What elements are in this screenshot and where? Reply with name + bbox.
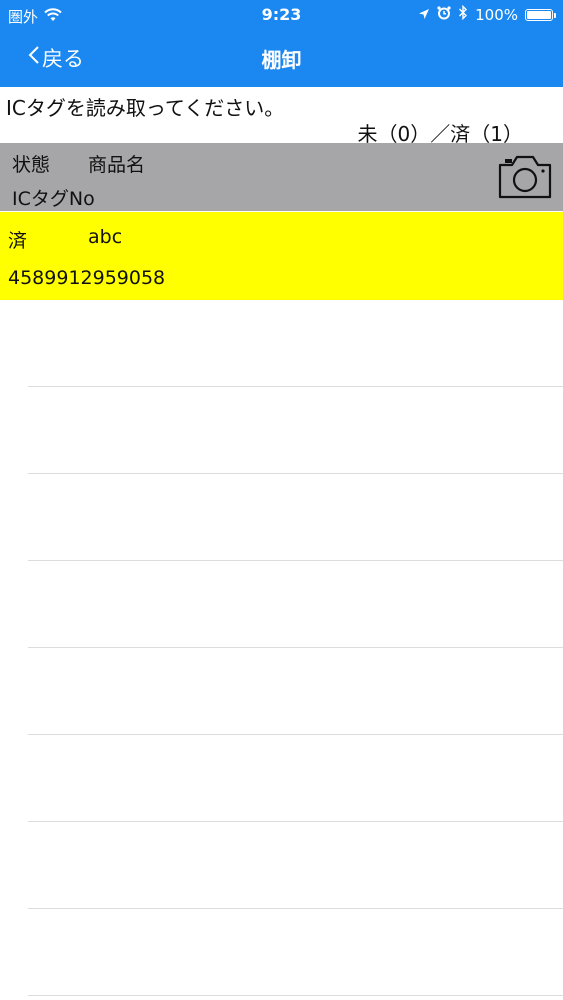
table-separator: [28, 995, 563, 996]
table-separator: [28, 386, 563, 387]
column-header-tag-no: ICタグNo: [12, 188, 95, 210]
column-header-product-name: 商品名: [88, 154, 146, 176]
status-bar: 圏外 9:23 100%: [0, 0, 563, 30]
list-header: 状態 商品名 ICタグNo: [0, 143, 563, 211]
bluetooth-icon: [458, 4, 468, 24]
battery-icon: [525, 8, 556, 21]
navigation-bar: 戻る 棚卸: [0, 30, 563, 87]
location-arrow-icon: [418, 6, 430, 24]
status-bar-right: 100%: [418, 4, 556, 24]
table-separator: [28, 647, 563, 648]
camera-button[interactable]: [497, 151, 553, 201]
battery-percent: 100%: [475, 5, 518, 24]
alarm-icon: [437, 5, 451, 24]
list-item[interactable]: 済 abc 4589912959058: [0, 212, 563, 300]
item-status: 済: [8, 230, 28, 252]
table-separator: [28, 821, 563, 822]
table-separator: [28, 560, 563, 561]
camera-icon: [498, 155, 552, 199]
instruction-text: ICタグを読み取ってください。: [6, 96, 285, 120]
item-product-name: abc: [88, 226, 123, 248]
page-title: 棚卸: [261, 48, 302, 72]
column-header-status: 状態: [12, 154, 51, 176]
table-separator: [28, 734, 563, 735]
item-tag-no: 4589912959058: [8, 267, 166, 289]
table-separator: [28, 473, 563, 474]
table-separator: [28, 908, 563, 909]
